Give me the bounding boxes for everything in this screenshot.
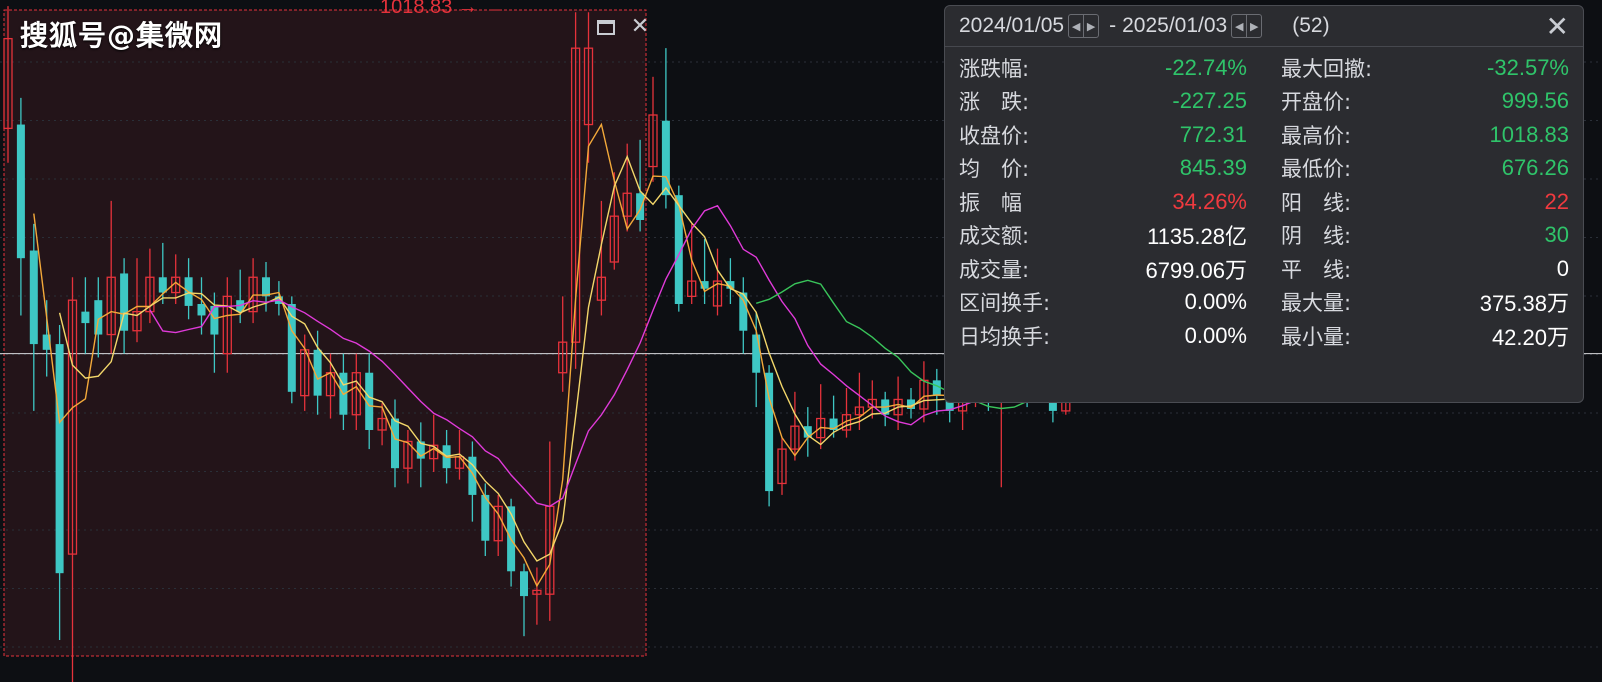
stats-left-column: 涨跌幅: -22.74% 涨 跌: -227.25 收盘价: 772.31 均 价: 845.… bbox=[959, 51, 1247, 353]
stat-value: 34.26% bbox=[1172, 188, 1247, 214]
stat-label: 阳 线: bbox=[1281, 190, 1352, 215]
stat-row: 成交量: 6799.06万 bbox=[959, 252, 1247, 286]
candle-body-down bbox=[197, 304, 206, 316]
stat-value: 999.56 bbox=[1501, 88, 1569, 114]
stat-row: 阳 线: 22 bbox=[1281, 185, 1569, 219]
bar-count: (52) bbox=[1292, 14, 1330, 37]
date-separator: - bbox=[1109, 14, 1117, 37]
stat-value: 772.31 bbox=[1179, 121, 1247, 147]
prev-arrow-icon[interactable]: ◀ bbox=[1232, 15, 1246, 37]
stat-label: 收盘价: bbox=[959, 123, 1030, 148]
stat-label: 最小量: bbox=[1281, 324, 1352, 349]
end-date[interactable]: 2025/01/03 bbox=[1122, 14, 1227, 38]
candle-body-down bbox=[520, 571, 528, 597]
stat-value: 375.38万 bbox=[1479, 291, 1569, 317]
stat-label: 最低价: bbox=[1281, 157, 1352, 182]
stat-label: 开盘价: bbox=[1281, 90, 1352, 115]
stat-row: 最大量: 375.38万 bbox=[1281, 286, 1569, 320]
stat-value: 845.39 bbox=[1179, 155, 1247, 181]
stat-label: 成交额: bbox=[959, 224, 1030, 249]
stat-value: 30 bbox=[1544, 222, 1569, 248]
watermark: 搜狐号@集微网 bbox=[20, 19, 224, 52]
end-date-stepper[interactable]: ◀ ▶ bbox=[1231, 14, 1263, 38]
next-arrow-icon[interactable]: ▶ bbox=[1246, 15, 1261, 37]
stat-row: 区间换手: 0.00% bbox=[959, 286, 1247, 320]
stat-label: 最大量: bbox=[1281, 291, 1352, 316]
stat-row: 平 线: 0 bbox=[1281, 252, 1569, 286]
stat-row: 最高价: 1018.83 bbox=[1281, 118, 1569, 152]
candle-body-down bbox=[636, 193, 645, 220]
stat-value: 6799.06万 bbox=[1145, 257, 1247, 283]
candle-body-down bbox=[262, 277, 270, 297]
maximize-icon[interactable] bbox=[594, 16, 618, 40]
stat-label: 最高价: bbox=[1281, 123, 1352, 148]
stat-row: 涨跌幅: -22.74% bbox=[959, 51, 1247, 85]
interval-stats-panel: 2024/01/05 ◀ ▶ - 2025/01/03 ◀ ▶ (52) ✕ 涨… bbox=[944, 5, 1584, 403]
candle-body-down bbox=[752, 334, 761, 373]
candle-body-down bbox=[158, 277, 167, 293]
stat-value: 1135.28亿 bbox=[1147, 224, 1247, 250]
stat-value: -32.57% bbox=[1487, 54, 1569, 80]
panel-header: 2024/01/05 ◀ ▶ - 2025/01/03 ◀ ▶ (52) ✕ bbox=[945, 6, 1583, 47]
stat-value: 676.26 bbox=[1501, 155, 1569, 181]
start-date[interactable]: 2024/01/05 bbox=[959, 14, 1064, 38]
candle-body-down bbox=[391, 418, 399, 469]
stat-label: 日均换手: bbox=[959, 324, 1051, 349]
candle-body-down bbox=[29, 250, 38, 345]
candle-body-down bbox=[932, 380, 941, 396]
candle-body-down bbox=[765, 372, 774, 492]
stat-row: 最小量: 42.20万 bbox=[1281, 319, 1569, 353]
stat-value: -227.25 bbox=[1172, 88, 1247, 114]
stat-row: 日均换手: 0.00% bbox=[959, 319, 1247, 353]
stat-row: 收盘价: 772.31 bbox=[959, 118, 1247, 152]
stat-value: 0.00% bbox=[1184, 289, 1247, 315]
stat-label: 涨 跌: bbox=[959, 90, 1030, 115]
stat-row: 涨 跌: -227.25 bbox=[959, 85, 1247, 119]
stat-row: 阴 线: 30 bbox=[1281, 219, 1569, 253]
stat-row: 最大回撤: -32.57% bbox=[1281, 51, 1569, 85]
stat-value: 42.20万 bbox=[1491, 324, 1569, 350]
stat-row: 成交额: 1135.28亿 bbox=[959, 219, 1247, 253]
stat-value: -22.74% bbox=[1165, 54, 1247, 80]
stat-label: 阴 线: bbox=[1281, 224, 1352, 249]
start-date-stepper[interactable]: ◀ ▶ bbox=[1068, 14, 1100, 38]
stat-label: 区间换手: bbox=[959, 291, 1051, 316]
stat-value: 1018.83 bbox=[1489, 121, 1569, 147]
stat-value: 0 bbox=[1556, 255, 1569, 281]
stat-row: 振 幅 34.26% bbox=[959, 185, 1247, 219]
prev-arrow-icon[interactable]: ◀ bbox=[1069, 15, 1083, 37]
stat-row: 开盘价: 999.56 bbox=[1281, 85, 1569, 119]
stats-right-column: 最大回撤: -32.57% 开盘价: 999.56 最高价: 1018.83 最低价: 676… bbox=[1281, 51, 1569, 353]
stat-label: 振 幅 bbox=[959, 190, 1022, 215]
stat-label: 均 价: bbox=[959, 157, 1030, 182]
selection-tools: ✕ bbox=[594, 16, 652, 40]
stat-row: 均 价: 845.39 bbox=[959, 152, 1247, 186]
candle-body-down bbox=[55, 344, 64, 574]
stat-label: 涨跌幅: bbox=[959, 56, 1030, 81]
stat-row: 最低价: 676.26 bbox=[1281, 152, 1569, 186]
candle-body-down bbox=[16, 124, 25, 259]
stat-value: 22 bbox=[1544, 188, 1569, 214]
stat-label: 成交量: bbox=[959, 257, 1030, 282]
high-price-marker: 1018.83 → bbox=[380, 0, 478, 18]
stat-label: 平 线: bbox=[1281, 257, 1352, 282]
selection-close-icon[interactable]: ✕ bbox=[628, 16, 652, 40]
close-icon[interactable]: ✕ bbox=[1546, 10, 1569, 43]
stat-label: 最大回撤: bbox=[1281, 56, 1373, 81]
next-arrow-icon[interactable]: ▶ bbox=[1083, 15, 1098, 37]
stat-value: 0.00% bbox=[1184, 322, 1247, 348]
candle-body-down bbox=[81, 311, 90, 324]
